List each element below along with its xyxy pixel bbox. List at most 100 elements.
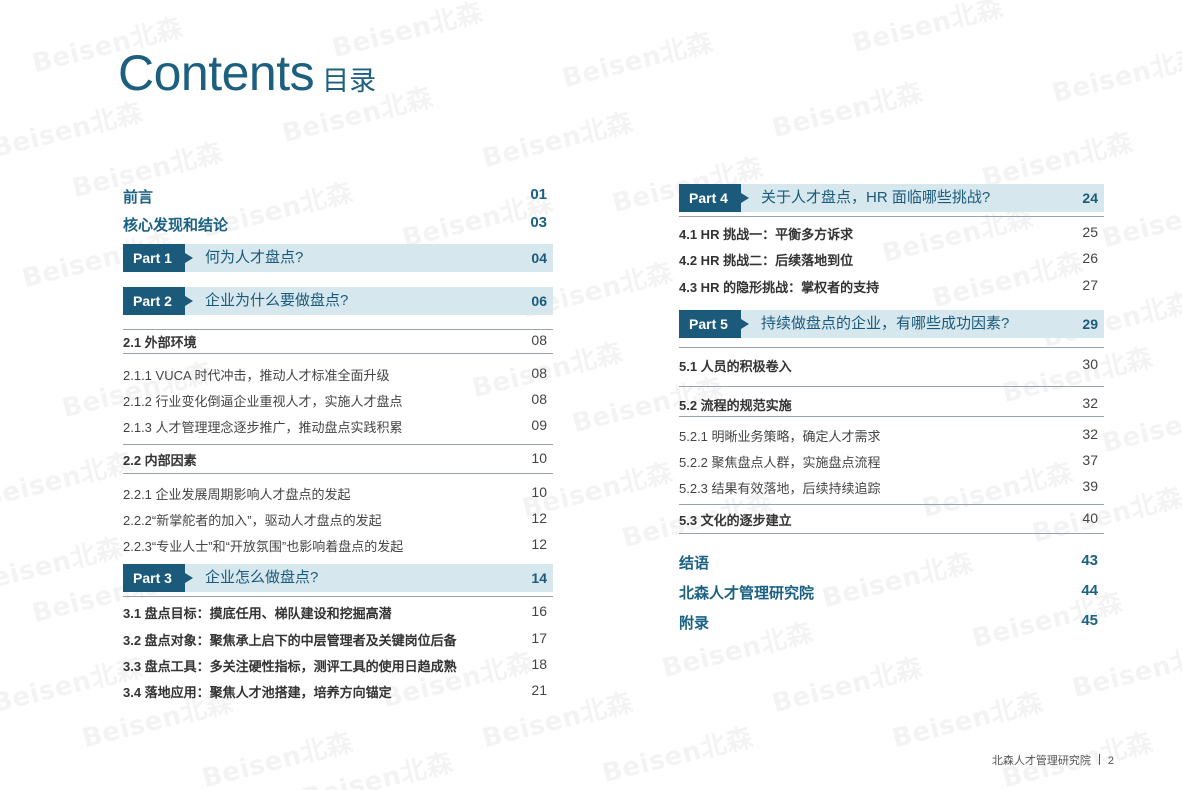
- toc-entry-2-1-1[interactable]: 2.1.1 VUCA 时代冲击，推动人才标准全面升级 08: [123, 365, 553, 384]
- divider: [679, 416, 1104, 417]
- part-page: 14: [531, 570, 547, 586]
- part-tag: Part 1: [123, 244, 193, 272]
- divider: [679, 533, 1104, 534]
- part-title: 关于人才盘点，HR 面临哪些挑战?: [761, 189, 991, 206]
- toc-left-column: 前言 01 核心发现和结论 03 Part 1 何为人才盘点? 04 Part …: [123, 0, 553, 790]
- divider: [123, 596, 553, 597]
- entry-label: 附录: [679, 615, 710, 632]
- part-tag: Part 4: [679, 184, 749, 212]
- toc-entry-2-1-3[interactable]: 2.1.3 人才管理理念逐步推广，推动盘点实践积累 09: [123, 417, 553, 436]
- entry-label: 5.2.1 明晰业务策略，确定人才需求: [679, 429, 881, 444]
- entry-label: 5.2 流程的规范实施: [679, 398, 792, 413]
- entry-label: 3.2 盘点对象：聚焦承上启下的中层管理者及关键岗位后备: [123, 633, 457, 648]
- page-number: 2: [1107, 755, 1114, 767]
- entry-page: 26: [1082, 250, 1098, 266]
- part-4-banner[interactable]: Part 4 关于人才盘点，HR 面临哪些挑战? 24: [679, 184, 1104, 212]
- entry-page: 25: [1082, 224, 1098, 240]
- part-page: 04: [531, 250, 547, 266]
- divider: [679, 347, 1104, 348]
- toc-entry-2-2-3[interactable]: 2.2.3“专业人士”和“开放氛围”也影响着盘点的发起 12: [123, 536, 553, 555]
- toc-entry-findings[interactable]: 核心发现和结论 03: [123, 214, 553, 235]
- entry-label: 北森人才管理研究院: [679, 585, 815, 602]
- entry-page: 08: [531, 391, 547, 407]
- entry-label: 2.1 外部环境: [123, 335, 197, 350]
- entry-page: 30: [1082, 356, 1098, 372]
- entry-page: 12: [531, 536, 547, 552]
- divider: [679, 216, 1104, 217]
- toc-entry-5-1[interactable]: 5.1 人员的积极卷入 30: [679, 356, 1104, 375]
- divider: [679, 386, 1104, 387]
- toc-entry-3-2[interactable]: 3.2 盘点对象：聚焦承上启下的中层管理者及关键岗位后备 17: [123, 630, 553, 649]
- entry-label: 3.1 盘点目标：摸底任用、梯队建设和挖掘高潜: [123, 606, 392, 621]
- toc-entry-4-1[interactable]: 4.1 HR 挑战一：平衡多方诉求 25: [679, 224, 1104, 243]
- entry-label: 3.4 落地应用：聚焦人才池搭建，培养方向锚定: [123, 685, 392, 700]
- entry-page: 32: [1082, 426, 1098, 442]
- part-5-banner[interactable]: Part 5 持续做盘点的企业，有哪些成功因素? 29: [679, 310, 1104, 338]
- part-tag: Part 5: [679, 310, 749, 338]
- entry-page: 40: [1082, 510, 1098, 526]
- toc-entry-appendix[interactable]: 附录 45: [679, 612, 1104, 633]
- entry-page: 10: [531, 450, 547, 466]
- divider: [123, 353, 553, 354]
- toc-entry-2-1[interactable]: 2.1 外部环境 08: [123, 332, 553, 351]
- entry-label: 2.2.1 企业发展周期影响人才盘点的发起: [123, 487, 351, 502]
- entry-label: 2.1.1 VUCA 时代冲击，推动人才标准全面升级: [123, 368, 390, 383]
- watermark: Beisen北森: [1098, 387, 1182, 460]
- footer-org: 北森人才管理研究院: [991, 755, 1091, 767]
- entry-page: 17: [531, 630, 547, 646]
- entry-page: 27: [1082, 277, 1098, 293]
- entry-label: 2.1.3 人才管理理念逐步推广，推动盘点实践积累: [123, 420, 403, 435]
- entry-page: 45: [1081, 612, 1098, 629]
- toc-entry-5-2-3[interactable]: 5.2.3 结果有效落地，后续持续追踪 39: [679, 478, 1104, 497]
- entry-page: 12: [531, 510, 547, 526]
- toc-entry-2-2[interactable]: 2.2 内部因素 10: [123, 450, 553, 469]
- entry-label: 2.2 内部因素: [123, 453, 197, 468]
- part-tag: Part 3: [123, 564, 193, 592]
- part-title: 持续做盘点的企业，有哪些成功因素?: [761, 315, 1010, 332]
- divider: [123, 473, 553, 474]
- entry-label: 4.1 HR 挑战一：平衡多方诉求: [679, 227, 854, 242]
- part-3-banner[interactable]: Part 3 企业怎么做盘点? 14: [123, 564, 553, 592]
- entry-page: 21: [531, 682, 547, 698]
- footer-separator: [1098, 754, 1100, 765]
- entry-page: 32: [1082, 395, 1098, 411]
- watermark: Beisen北森: [1098, 182, 1182, 255]
- toc-entry-4-2[interactable]: 4.2 HR 挑战二：后续落地到位 26: [679, 250, 1104, 269]
- toc-entry-5-2-1[interactable]: 5.2.1 明晰业务策略，确定人才需求 32: [679, 426, 1104, 445]
- toc-entry-conclusion[interactable]: 结语 43: [679, 552, 1104, 573]
- entry-label: 4.3 HR 的隐形挑战：掌权者的支持: [679, 280, 880, 295]
- toc-right-column: Part 4 关于人才盘点，HR 面临哪些挑战? 24 4.1 HR 挑战一：平…: [679, 0, 1104, 790]
- toc-entry-2-2-1[interactable]: 2.2.1 企业发展周期影响人才盘点的发起 10: [123, 484, 553, 503]
- toc-entry-5-2[interactable]: 5.2 流程的规范实施 32: [679, 395, 1104, 414]
- entry-label: 5.2.2 聚焦盘点人群，实施盘点流程: [679, 455, 881, 470]
- toc-entry-5-2-2[interactable]: 5.2.2 聚焦盘点人群，实施盘点流程 37: [679, 452, 1104, 471]
- entry-page: 03: [530, 214, 547, 231]
- part-page: 06: [531, 293, 547, 309]
- entry-page: 44: [1081, 582, 1098, 599]
- part-1-banner[interactable]: Part 1 何为人才盘点? 04: [123, 244, 553, 272]
- part-page: 24: [1082, 190, 1098, 206]
- toc-entry-4-3[interactable]: 4.3 HR 的隐形挑战：掌权者的支持 27: [679, 277, 1104, 296]
- entry-page: 16: [531, 603, 547, 619]
- entry-label: 前言: [123, 189, 154, 206]
- toc-entry-institute[interactable]: 北森人才管理研究院 44: [679, 582, 1104, 603]
- divider: [679, 504, 1104, 505]
- entry-label: 2.2.3“专业人士”和“开放氛围”也影响着盘点的发起: [123, 539, 404, 554]
- toc-entry-2-1-2[interactable]: 2.1.2 行业变化倒逼企业重视人才，实施人才盘点 08: [123, 391, 553, 410]
- watermark: Beisen北森: [0, 527, 126, 600]
- toc-entry-3-1[interactable]: 3.1 盘点目标：摸底任用、梯队建设和挖掘高潜 16: [123, 603, 553, 622]
- divider: [123, 444, 553, 445]
- part-title: 企业为什么要做盘点?: [205, 292, 349, 309]
- toc-entry-preface[interactable]: 前言 01: [123, 186, 553, 207]
- watermark: Beisen北森: [0, 442, 136, 515]
- toc-entry-2-2-2[interactable]: 2.2.2“新掌舵者的加入”，驱动人才盘点的发起 12: [123, 510, 553, 529]
- entry-page: 43: [1081, 552, 1098, 569]
- part-page: 29: [1082, 316, 1098, 332]
- toc-entry-3-4[interactable]: 3.4 落地应用：聚焦人才池搭建，培养方向锚定 21: [123, 682, 553, 701]
- entry-page: 10: [531, 484, 547, 500]
- toc-entry-5-3[interactable]: 5.3 文化的逐步建立 40: [679, 510, 1104, 529]
- part-title: 企业怎么做盘点?: [205, 569, 319, 586]
- toc-entry-3-3[interactable]: 3.3 盘点工具：多关注硬性指标，测评工具的使用日趋成熟 18: [123, 656, 553, 675]
- entry-page: 39: [1082, 478, 1098, 494]
- part-2-banner[interactable]: Part 2 企业为什么要做盘点? 06: [123, 287, 553, 315]
